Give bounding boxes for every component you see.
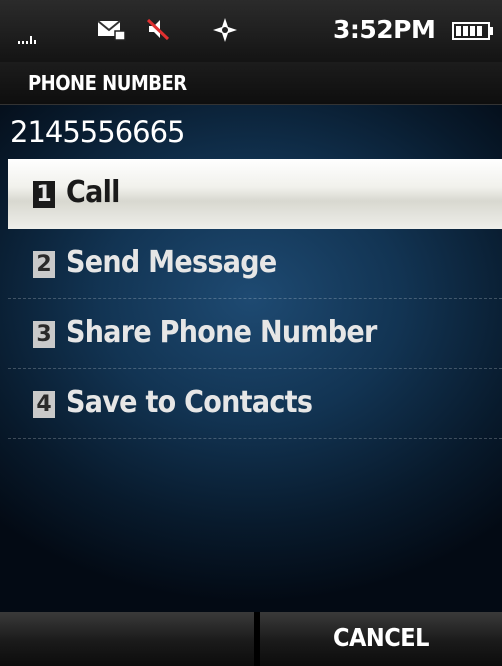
options-menu: 1 Call 2 Send Message 3 Share Phone Numb… <box>8 159 502 439</box>
menu-item-label: Call <box>66 175 120 210</box>
menu-item-label: Share Phone Number <box>66 315 377 350</box>
battery-icon <box>452 22 493 40</box>
header: PHONE NUMBER <box>0 62 502 105</box>
status-bar: 3:52PM <box>0 0 502 62</box>
cancel-label: CANCEL <box>333 623 429 652</box>
message-icon <box>97 20 126 41</box>
menu-item-share-phone-number[interactable]: 3 Share Phone Number <box>8 299 502 369</box>
menu-item-send-message[interactable]: 2 Send Message <box>8 229 502 299</box>
clock: 3:52PM <box>333 15 436 44</box>
menu-item-number: 4 <box>33 391 55 418</box>
menu-item-save-to-contacts[interactable]: 4 Save to Contacts <box>8 369 502 439</box>
softkey-bar: CANCEL <box>0 612 502 666</box>
menu-item-number: 3 <box>33 321 55 348</box>
menu-item-number: 2 <box>33 251 55 278</box>
cancel-button[interactable]: CANCEL <box>260 612 502 666</box>
gps-icon <box>213 18 237 42</box>
signal-icon <box>18 36 36 44</box>
phone-number-display: 2145556665 <box>10 115 186 149</box>
menu-item-label: Send Message <box>66 245 277 280</box>
mute-icon <box>146 18 170 41</box>
menu-item-number: 1 <box>33 181 55 208</box>
menu-item-call[interactable]: 1 Call <box>8 159 502 229</box>
page-title: PHONE NUMBER <box>28 71 187 95</box>
menu-item-label: Save to Contacts <box>66 385 313 420</box>
left-softkey[interactable] <box>0 612 256 666</box>
main-content: 2145556665 1 Call 2 Send Message 3 Share… <box>0 105 502 612</box>
